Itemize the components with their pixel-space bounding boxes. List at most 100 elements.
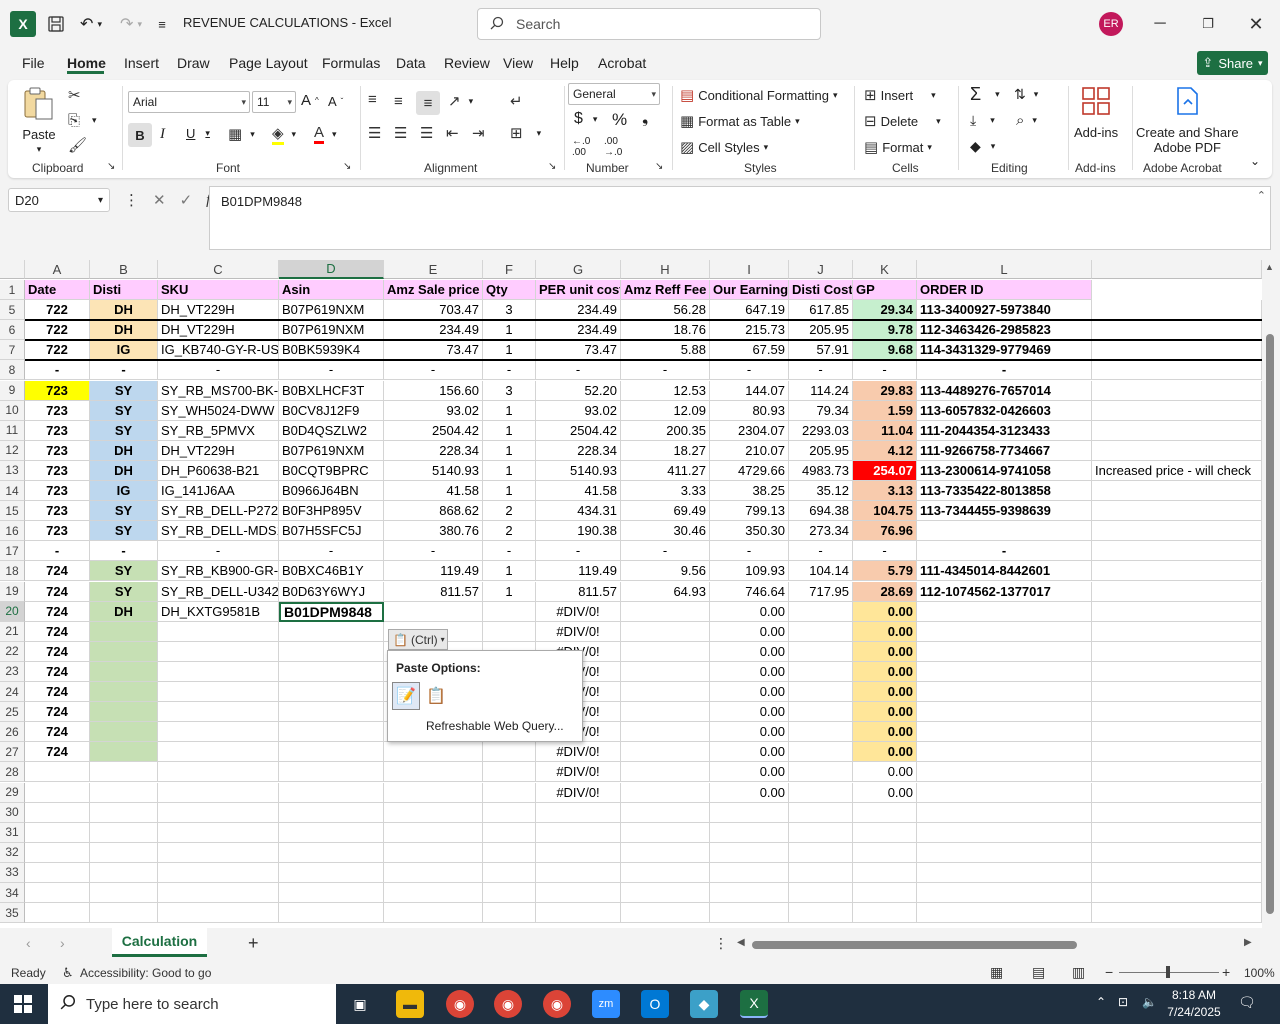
percent-icon[interactable]: % <box>612 110 627 130</box>
tab-data[interactable]: Data <box>396 55 426 71</box>
cell-h11[interactable]: 200.35 <box>621 420 710 441</box>
cell-l29[interactable] <box>917 782 1092 803</box>
cell-h15[interactable]: 69.49 <box>621 501 710 522</box>
row-header[interactable]: 18 <box>0 561 25 582</box>
cell-b8[interactable]: - <box>90 360 158 381</box>
cell-d20[interactable]: B01DPM9848 <box>279 601 384 622</box>
page-layout-view-icon[interactable]: ▤ <box>1032 964 1045 981</box>
cell-h28[interactable] <box>621 762 710 783</box>
cell-d30[interactable] <box>279 802 384 823</box>
cell-g6[interactable]: 234.49 <box>536 320 621 341</box>
cell-h10[interactable]: 12.09 <box>621 400 710 421</box>
cell-l33[interactable] <box>917 862 1092 883</box>
row-header[interactable]: 28 <box>0 762 25 783</box>
cell-h6[interactable]: 18.76 <box>621 320 710 341</box>
cell-l22[interactable] <box>917 641 1092 662</box>
dialog-launcher-icon[interactable]: ↘ <box>107 161 115 172</box>
cell-j32[interactable] <box>789 842 853 863</box>
cell-a14[interactable]: 723 <box>25 481 90 502</box>
column-header-d[interactable]: D <box>279 260 384 279</box>
cell-f27[interactable] <box>483 742 536 763</box>
cell-a9[interactable]: 723 <box>25 380 90 401</box>
autosum-icon[interactable]: Σ ▾ <box>970 84 1000 105</box>
cell-overflow-18[interactable] <box>1092 561 1262 582</box>
column-header-c[interactable]: C <box>158 260 279 279</box>
ribbon-collapse-icon[interactable]: ⌄ <box>1250 154 1260 168</box>
cell-j12[interactable]: 205.95 <box>789 440 853 461</box>
app-icon[interactable]: ◆ <box>690 990 718 1018</box>
row-header[interactable]: 32 <box>0 842 25 863</box>
cell-g10[interactable]: 93.02 <box>536 400 621 421</box>
cell-a17[interactable]: - <box>25 541 90 562</box>
cell-overflow-27[interactable] <box>1092 742 1262 763</box>
cell-k31[interactable] <box>853 822 917 843</box>
decrease-decimal-icon[interactable]: .00 →.0 <box>604 136 622 158</box>
zoom-level[interactable]: 100% <box>1244 966 1275 980</box>
cell-b25[interactable] <box>90 702 158 723</box>
cell-h27[interactable] <box>621 742 710 763</box>
cell-f11[interactable]: 1 <box>483 420 536 441</box>
cell-j25[interactable] <box>789 702 853 723</box>
column-header-l[interactable]: L <box>917 260 1092 279</box>
cell-a31[interactable] <box>25 822 90 843</box>
cell-b14[interactable]: IG <box>90 481 158 502</box>
increase-font-icon[interactable]: A ^ <box>301 92 319 109</box>
column-header-j[interactable]: J <box>789 260 853 279</box>
cell-l8[interactable]: - <box>917 360 1092 381</box>
cell-overflow-21[interactable] <box>1092 621 1262 642</box>
cell-j26[interactable] <box>789 722 853 743</box>
insert-cells-button[interactable]: ⊞ Insert ▾ <box>864 86 936 104</box>
cell-d13[interactable]: B0CQT9BPRC <box>279 460 384 481</box>
cell-i6[interactable]: 215.73 <box>710 320 789 341</box>
cell-j29[interactable] <box>789 782 853 803</box>
row-header[interactable]: 13 <box>0 460 25 481</box>
cell-e32[interactable] <box>384 842 483 863</box>
header-cell-b[interactable]: Disti <box>90 280 158 301</box>
cell-h12[interactable]: 18.27 <box>621 440 710 461</box>
cell-overflow-33[interactable] <box>1092 862 1262 883</box>
cell-b32[interactable] <box>90 842 158 863</box>
cell-f8[interactable]: - <box>483 360 536 381</box>
cell-d28[interactable] <box>279 762 384 783</box>
cell-overflow-29[interactable] <box>1092 782 1262 803</box>
fill-icon[interactable]: ⤓ ▾ <box>970 112 995 129</box>
cell-i17[interactable]: - <box>710 541 789 562</box>
row-header[interactable]: 17 <box>0 541 25 562</box>
cell-j17[interactable]: - <box>789 541 853 562</box>
avatar[interactable]: ER <box>1099 12 1123 36</box>
cell-overflow-8[interactable] <box>1092 360 1262 381</box>
conditional-formatting-button[interactable]: ▤ Conditional Formatting ▾ <box>680 86 838 104</box>
underline-button[interactable]: U ▾ <box>186 126 210 141</box>
cut-icon[interactable]: ✂ <box>68 86 81 104</box>
cell-overflow-32[interactable] <box>1092 842 1262 863</box>
cell-l19[interactable]: 112-1074562-1377017 <box>917 581 1092 602</box>
cell-h17[interactable]: - <box>621 541 710 562</box>
cell-i7[interactable]: 67.59 <box>710 340 789 361</box>
cell-f15[interactable]: 2 <box>483 501 536 522</box>
align-right-icon[interactable]: ☰ <box>420 124 433 142</box>
cell-g19[interactable]: 811.57 <box>536 581 621 602</box>
cell-f34[interactable] <box>483 883 536 904</box>
cell-c23[interactable] <box>158 661 279 682</box>
cell-overflow-24[interactable] <box>1092 682 1262 703</box>
cell-i16[interactable]: 350.30 <box>710 521 789 542</box>
cell-b10[interactable]: SY <box>90 400 158 421</box>
cell-g13[interactable]: 5140.93 <box>536 460 621 481</box>
restore-icon[interactable]: ❐ <box>1196 12 1220 36</box>
cell-k32[interactable] <box>853 842 917 863</box>
cell-j5[interactable]: 617.85 <box>789 300 853 321</box>
horizontal-scroll-thumb[interactable] <box>752 941 1077 949</box>
cell-i28[interactable]: 0.00 <box>710 762 789 783</box>
cell-h25[interactable] <box>621 702 710 723</box>
customize-toolbar-icon[interactable]: ≡ <box>152 10 172 38</box>
tab-insert[interactable]: Insert <box>124 55 159 71</box>
vertical-scroll-thumb[interactable] <box>1266 334 1274 914</box>
cell-l31[interactable] <box>917 822 1092 843</box>
cell-f28[interactable] <box>483 762 536 783</box>
cell-b15[interactable]: SY <box>90 501 158 522</box>
cell-overflow-34[interactable] <box>1092 883 1262 904</box>
create-share-pdf-button[interactable]: Create and Share Adobe PDF <box>1136 86 1239 155</box>
paste-options-button[interactable]: 📋 (Ctrl) ▾ <box>388 629 448 650</box>
format-painter-icon[interactable]: 🖌 <box>68 136 87 154</box>
cell-j15[interactable]: 694.38 <box>789 501 853 522</box>
